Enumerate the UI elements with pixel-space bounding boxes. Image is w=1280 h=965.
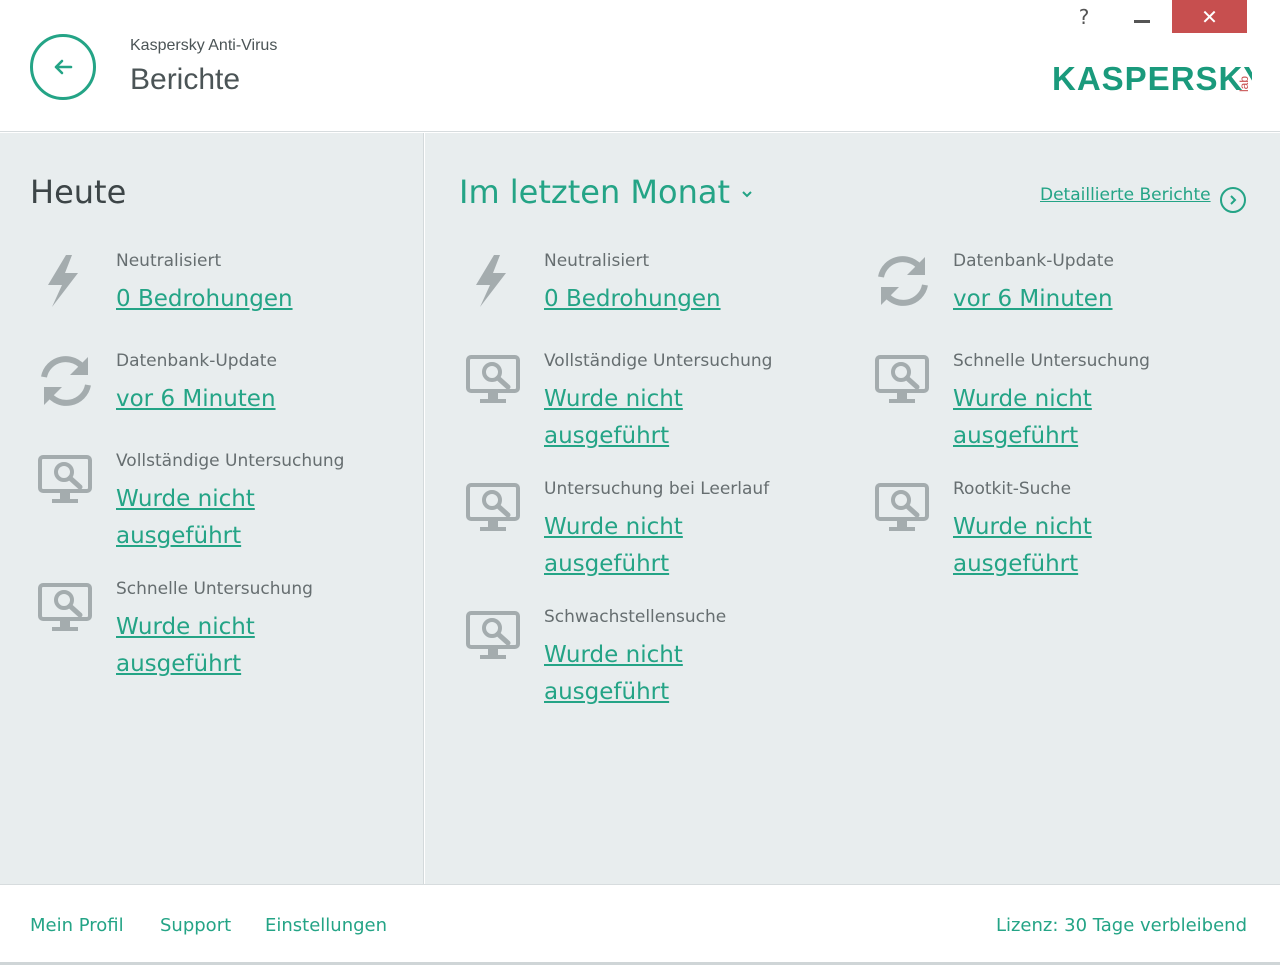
help-button[interactable]: ? — [1066, 0, 1102, 33]
logo-sub: lab — [1237, 76, 1251, 92]
month-panel: Im letzten Monat Detaillierte Berichte N… — [425, 133, 1280, 884]
refresh-icon — [878, 256, 928, 306]
item-label: Rootkit-Suche — [953, 479, 1072, 499]
monitor-scan-icon — [38, 455, 92, 503]
app-name: Kaspersky Anti-Virus — [130, 37, 278, 54]
monitor-scan-icon — [466, 355, 520, 403]
monitor-scan-icon — [466, 483, 520, 531]
item-value-link[interactable]: Wurde nicht ausgeführt — [953, 381, 1213, 455]
close-button[interactable]: ✕ — [1172, 0, 1247, 33]
item-value-link[interactable]: Wurde nicht ausgeführt — [544, 509, 804, 583]
item-label: Schnelle Untersuchung — [116, 579, 313, 599]
item-value-link[interactable]: Wurde nicht ausgeführt — [544, 637, 804, 711]
today-panel: Heute Neutralisiert 0 Bedrohungen Datenb… — [0, 133, 424, 884]
chevron-right-icon — [1230, 195, 1237, 205]
today-title: Heute — [30, 173, 127, 211]
item-value-link[interactable]: 0 Bedrohungen — [544, 281, 804, 318]
lightning-icon — [48, 255, 78, 307]
refresh-icon — [41, 356, 91, 406]
monitor-scan-icon — [38, 583, 92, 631]
item-value-link[interactable]: Wurde nicht ausgeführt — [116, 481, 376, 555]
item-label: Schnelle Untersuchung — [953, 351, 1150, 371]
item-label: Schwachstellensuche — [544, 607, 727, 627]
chevron-down-icon — [742, 191, 752, 198]
minimize-button[interactable] — [1122, 0, 1162, 33]
settings-link[interactable]: Einstellungen — [265, 915, 387, 936]
item-label: Neutralisiert — [544, 251, 650, 271]
item-value-link[interactable]: Wurde nicht ausgeführt — [953, 509, 1213, 583]
item-value-link[interactable]: vor 6 Minuten — [116, 381, 376, 418]
item-label: Vollständige Untersuchung — [544, 351, 773, 371]
kaspersky-logo: KASPERSKY lab — [1052, 60, 1252, 97]
item-label: Neutralisiert — [116, 251, 222, 271]
support-link[interactable]: Support — [160, 915, 231, 936]
license-status-link[interactable]: Lizenz: 30 Tage verbleibend — [996, 915, 1247, 936]
page-title: Berichte — [130, 63, 241, 96]
item-label: Untersuchung bei Leerlauf — [544, 479, 770, 499]
item-value-link[interactable]: Wurde nicht ausgeführt — [544, 381, 804, 455]
monitor-scan-icon — [466, 611, 520, 659]
my-profile-link[interactable]: Mein Profil — [30, 915, 124, 936]
arrow-circle-right-icon[interactable] — [1220, 187, 1246, 213]
monitor-scan-icon — [875, 483, 929, 531]
period-dropdown-label: Im letzten Monat — [459, 173, 731, 211]
monitor-scan-icon — [875, 355, 929, 403]
item-value-link[interactable]: vor 6 Minuten — [953, 281, 1213, 318]
lightning-icon — [476, 255, 506, 307]
item-label: Vollständige Untersuchung — [116, 451, 345, 471]
arrow-left-icon — [54, 59, 73, 75]
item-value-link[interactable]: 0 Bedrohungen — [116, 281, 376, 318]
minimize-icon — [1134, 19, 1150, 23]
detailed-reports-link[interactable]: Detaillierte Berichte — [1040, 185, 1211, 205]
logo-text: KASPERSKY — [1052, 60, 1252, 97]
item-label: Datenbank-Update — [116, 351, 277, 371]
back-button[interactable] — [30, 34, 96, 100]
item-value-link[interactable]: Wurde nicht ausgeführt — [116, 609, 376, 683]
item-label: Datenbank-Update — [953, 251, 1114, 271]
footer: Mein Profil Support Einstellungen Lizenz… — [0, 884, 1280, 965]
period-dropdown[interactable]: Im letzten Monat — [459, 173, 754, 211]
window-header: Kaspersky Anti-Virus Berichte ? ✕ KASPER… — [0, 0, 1280, 132]
